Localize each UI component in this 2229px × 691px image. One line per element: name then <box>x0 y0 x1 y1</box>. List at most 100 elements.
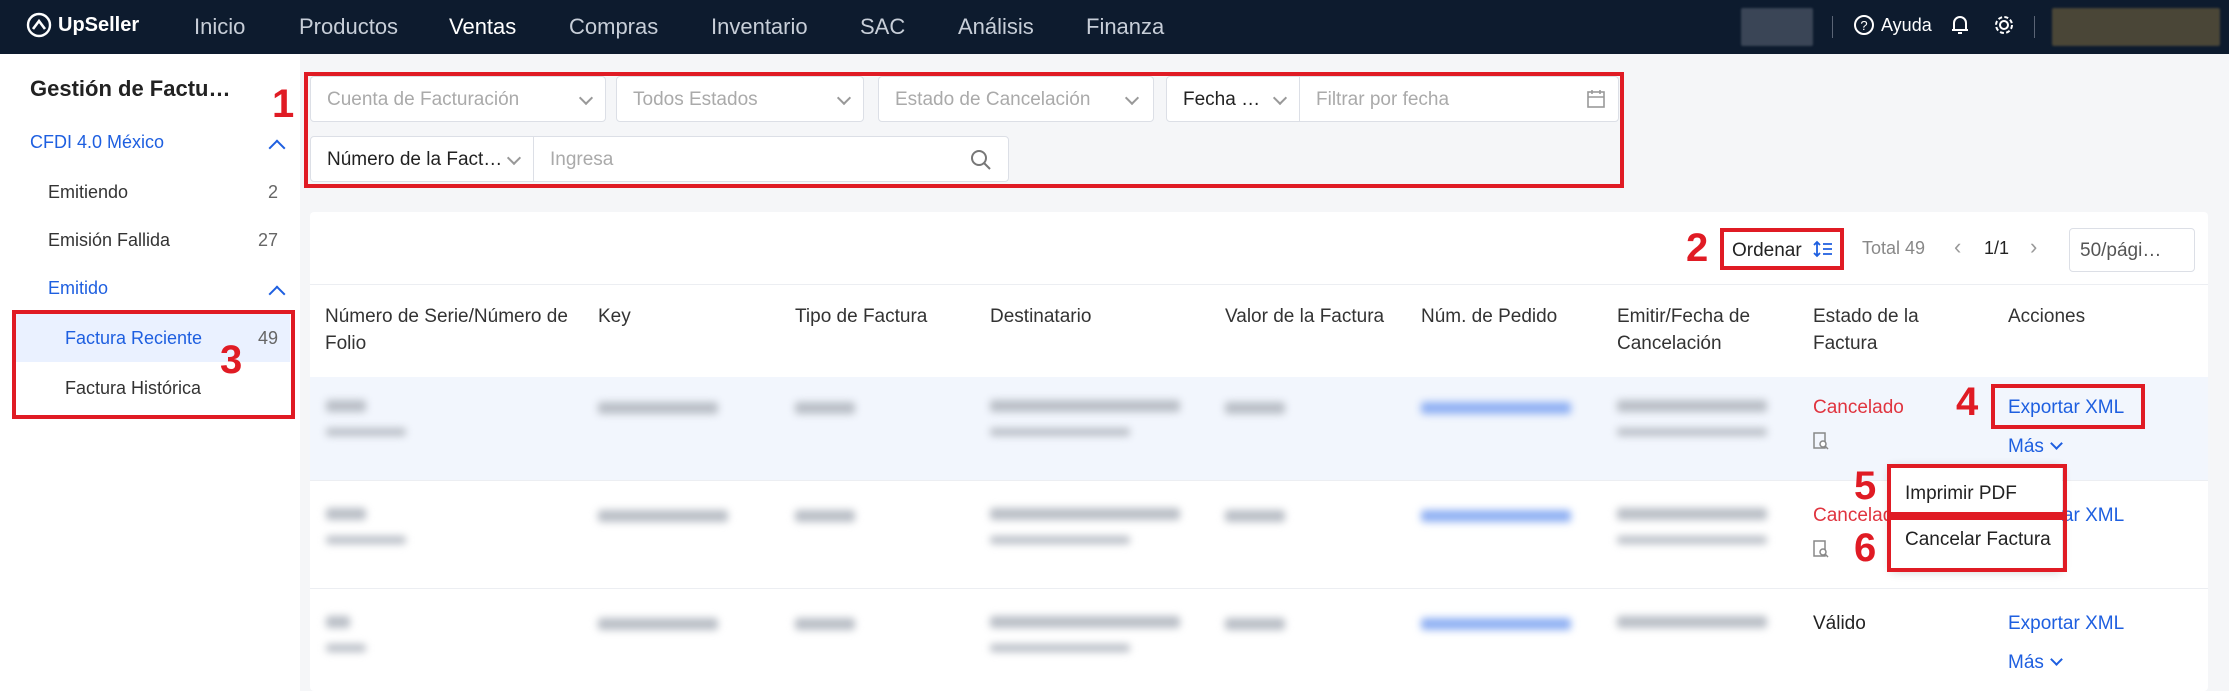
sidebar-item-emision-fallida[interactable]: Emisión Fallida <box>48 230 170 251</box>
nav-item-analisis[interactable]: Análisis <box>958 14 1034 40</box>
header-destinatario[interactable]: Destinatario <box>990 303 1091 330</box>
total-count: Total 49 <box>1862 238 1926 258</box>
header-acciones[interactable]: Acciones <box>2008 303 2085 330</box>
chevron-down-icon <box>2050 653 2063 666</box>
nav-item-productos[interactable]: Productos <box>299 14 398 40</box>
blurred-folio <box>326 400 366 412</box>
blurred-pedido[interactable] <box>1421 402 1571 414</box>
sidebar-item-emitido[interactable]: Emitido <box>48 278 108 299</box>
annotation-box-5 <box>1887 464 2067 516</box>
more-dropdown-toggle[interactable]: Más <box>2008 436 2063 458</box>
sidebar-group-cfdi[interactable]: CFDI 4.0 México <box>30 132 164 153</box>
table-divider <box>310 284 2208 285</box>
nav-item-sac[interactable]: SAC <box>860 14 905 40</box>
blurred-destinatario <box>990 428 1130 436</box>
blurred-pedido[interactable] <box>1421 510 1571 522</box>
header-folio[interactable]: Número de Serie/Número de Folio <box>325 303 575 357</box>
header-key[interactable]: Key <box>598 303 631 330</box>
blurred-pedido[interactable] <box>1421 618 1571 630</box>
divider <box>2034 16 2035 38</box>
sidebar-title: Gestión de Factu… <box>30 76 231 101</box>
page-indicator: 1/1 <box>1984 238 2010 258</box>
blurred-folio <box>326 536 406 544</box>
annotation-box-6 <box>1887 516 2067 572</box>
sidebar-count-emision-fallida: 27 <box>258 230 279 250</box>
blurred-folio <box>326 616 350 628</box>
blurred-valor <box>1225 402 1285 414</box>
nav-item-compras[interactable]: Compras <box>569 14 658 40</box>
blurred-destinatario <box>990 536 1130 544</box>
export-xml-link[interactable]: Exportar XML <box>2008 613 2124 635</box>
blurred-valor <box>1225 510 1285 522</box>
blurred-folio <box>326 428 406 436</box>
blurred-key <box>598 402 718 414</box>
chevron-up-icon[interactable] <box>268 139 286 157</box>
header-valor[interactable]: Valor de la Factura <box>1225 303 1384 330</box>
top-navigation: UpSeller Inicio Productos Ventas Compras… <box>0 0 2229 54</box>
header-fecha[interactable]: Emitir/Fecha de Cancelación <box>1617 303 1767 357</box>
annotation-box-4 <box>1991 384 2145 429</box>
document-search-icon[interactable] <box>1813 432 1829 455</box>
blurred-tipo <box>795 402 855 414</box>
sidebar-item-emitiendo[interactable]: Emitiendo <box>48 182 128 203</box>
annotation-number-2: 2 <box>1686 226 1709 270</box>
header-estado[interactable]: Estado de la Factura <box>1813 303 1943 357</box>
more-dropdown-toggle[interactable]: Más <box>2008 652 2063 674</box>
upseller-logo-icon <box>26 12 52 38</box>
blurred-fecha <box>1617 428 1767 436</box>
annotation-number-3: 3 <box>220 338 243 382</box>
annotation-number-4: 4 <box>1956 380 1979 424</box>
blurred-destinatario <box>990 400 1180 412</box>
page-size-select[interactable]: 50/pági… <box>2069 228 2195 272</box>
nav-item-finanza[interactable]: Finanza <box>1086 14 1164 40</box>
blurred-key <box>598 510 728 522</box>
blurred-destinatario <box>990 616 1180 628</box>
help-icon: ? <box>1854 15 1874 35</box>
more-label: Más <box>2008 652 2044 673</box>
blurred-fecha <box>1617 508 1767 520</box>
blurred-valor <box>1225 618 1285 630</box>
blurred-tipo <box>795 618 855 630</box>
blurred-fecha <box>1617 536 1767 544</box>
blurred-fecha <box>1617 616 1767 628</box>
blurred-fecha <box>1617 400 1767 412</box>
brand-name: UpSeller <box>58 13 140 36</box>
blurred-folio <box>326 508 366 520</box>
annotation-number-1: 1 <box>272 82 295 126</box>
gear-icon[interactable] <box>1993 14 2015 42</box>
help-label: Ayuda <box>1881 14 1932 35</box>
document-search-icon[interactable] <box>1813 540 1829 563</box>
nav-item-ventas[interactable]: Ventas <box>449 14 516 40</box>
prev-page-icon[interactable]: ‹ <box>1954 234 1961 260</box>
nav-item-inventario[interactable]: Inventario <box>711 14 808 40</box>
blurred-key <box>598 618 718 630</box>
chevron-down-icon <box>2050 437 2063 450</box>
blurred-tipo <box>795 510 855 522</box>
help-link[interactable]: ? Ayuda <box>1853 14 1932 36</box>
header-pedido[interactable]: Núm. de Pedido <box>1421 303 1557 330</box>
chevron-up-icon[interactable] <box>268 285 286 303</box>
annotation-box-3 <box>12 310 295 419</box>
divider <box>1832 16 1833 38</box>
brand-logo[interactable]: UpSeller <box>26 12 139 38</box>
next-page-icon[interactable]: › <box>2030 234 2037 260</box>
page-size-value: 50/pági… <box>2080 240 2162 261</box>
nav-item-inicio[interactable]: Inicio <box>194 14 245 40</box>
account-switcher-blurred[interactable] <box>1741 8 1813 46</box>
more-label: Más <box>2008 436 2044 457</box>
annotation-box-2 <box>1720 228 1844 270</box>
sidebar-count-emitiendo: 2 <box>268 182 279 202</box>
bell-icon[interactable] <box>1950 14 1970 42</box>
header-tipo[interactable]: Tipo de Factura <box>795 303 927 330</box>
blurred-destinatario <box>990 508 1180 520</box>
user-profile-blurred[interactable] <box>2052 8 2220 46</box>
annotation-box-1 <box>304 72 1624 188</box>
annotation-number-5: 5 <box>1854 464 1877 508</box>
svg-text:?: ? <box>1860 18 1867 33</box>
annotation-number-6: 6 <box>1854 526 1877 570</box>
status-badge: Válido <box>1813 613 1866 634</box>
row-divider <box>310 588 2208 589</box>
status-badge: Cancelado <box>1813 397 1904 418</box>
blurred-folio <box>326 644 366 652</box>
blurred-destinatario <box>990 644 1130 652</box>
